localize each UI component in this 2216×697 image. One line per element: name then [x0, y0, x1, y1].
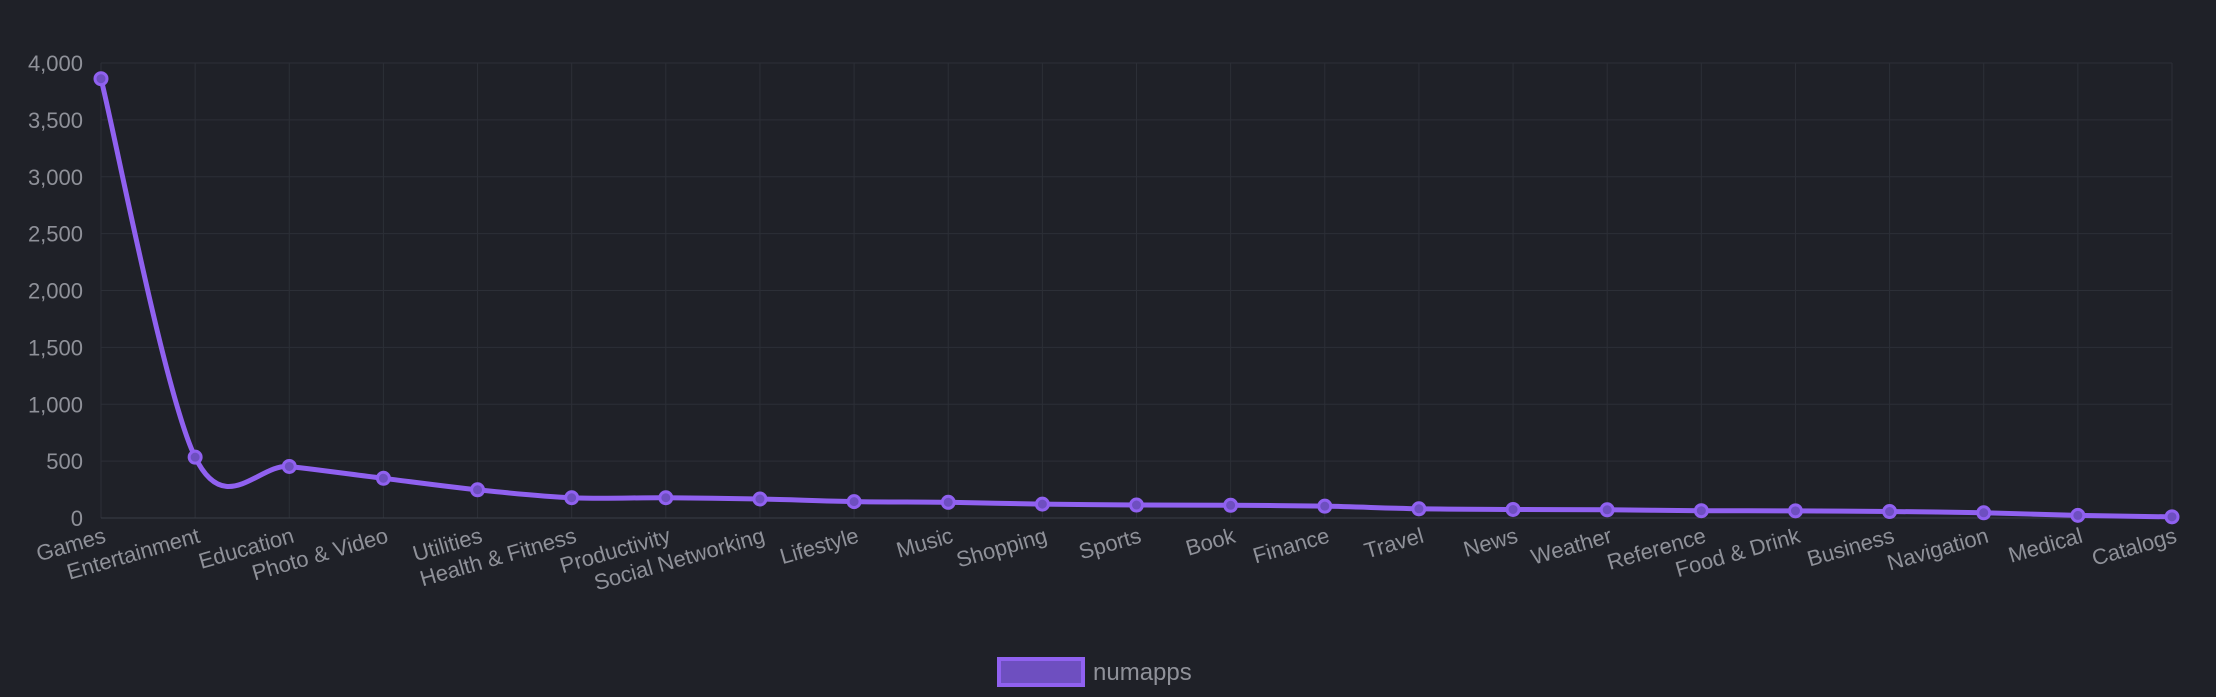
x-tick-label: Catalogs: [2089, 523, 2179, 571]
x-tick-label: Book: [1183, 523, 1239, 561]
x-tick-label: Shopping: [953, 523, 1049, 573]
data-point[interactable]: [1411, 501, 1427, 517]
data-point[interactable]: [1317, 498, 1333, 514]
y-tick-label: 2,500: [28, 222, 83, 247]
chart-canvas: 05001,0001,5002,0002,5003,0003,5004,000 …: [28, 51, 2180, 687]
data-point[interactable]: [940, 494, 956, 510]
x-tick-label: Navigation: [1884, 523, 1991, 576]
y-tick-label: 2,000: [28, 279, 83, 304]
data-point[interactable]: [2164, 509, 2180, 525]
y-tick-label: 3,500: [28, 108, 83, 133]
data-point[interactable]: [1129, 497, 1144, 513]
y-tick-label: 0: [71, 506, 83, 531]
line-chart: 0 500 1,000 1,500 2,000 2,500 3,000 3,500 4,000 …: [0, 0, 2216, 692]
y-tick-label: 1,500: [28, 335, 83, 360]
x-tick-label: Travel: [1361, 523, 1426, 564]
x-tick-label: News: [1461, 523, 1521, 562]
data-point[interactable]: [470, 482, 486, 498]
x-tick-label: Lifestyle: [777, 523, 861, 569]
legend-swatch[interactable]: [997, 657, 1085, 687]
data-point[interactable]: [846, 494, 862, 510]
y-tick-label: 1,000: [28, 392, 83, 417]
grid: [100, 62, 2173, 519]
y-tick-label: 500: [46, 449, 83, 474]
data-point[interactable]: [1882, 504, 1898, 520]
x-tick-label: Music: [893, 523, 955, 563]
x-axis: GamesEntertainmentEducationPhoto & Video…: [33, 517, 2179, 595]
x-tick-label: Medical: [2005, 523, 2085, 568]
legend-label[interactable]: numapps: [1093, 659, 1192, 686]
data-point[interactable]: [187, 449, 203, 465]
x-tick-label: Finance: [1250, 523, 1332, 569]
data-point[interactable]: [93, 71, 109, 87]
x-tick-label: Sports: [1076, 523, 1144, 565]
data-point[interactable]: [1599, 502, 1615, 518]
data-point[interactable]: [1223, 497, 1239, 513]
x-tick-label: Business: [1804, 523, 1897, 572]
data-point[interactable]: [1034, 496, 1050, 512]
y-tick-label: 3,000: [28, 165, 83, 190]
y-tick-label: 4,000: [28, 51, 83, 76]
x-tick-label: Weather: [1528, 523, 1614, 570]
data-point[interactable]: [752, 491, 768, 507]
data-point[interactable]: [658, 490, 674, 506]
data-point[interactable]: [1693, 503, 1709, 519]
legend[interactable]: numapps: [997, 657, 1192, 687]
data-point[interactable]: [1787, 503, 1803, 519]
data-point[interactable]: [1976, 505, 1992, 521]
data-point[interactable]: [281, 458, 297, 474]
data-point[interactable]: [375, 470, 391, 486]
data-point[interactable]: [564, 490, 580, 506]
data-point[interactable]: [2070, 507, 2086, 523]
y-axis: 0 500 1,000 1,500 2,000 2,500 3,000 3,500 4,000: [28, 51, 83, 531]
data-point[interactable]: [1505, 501, 1521, 517]
